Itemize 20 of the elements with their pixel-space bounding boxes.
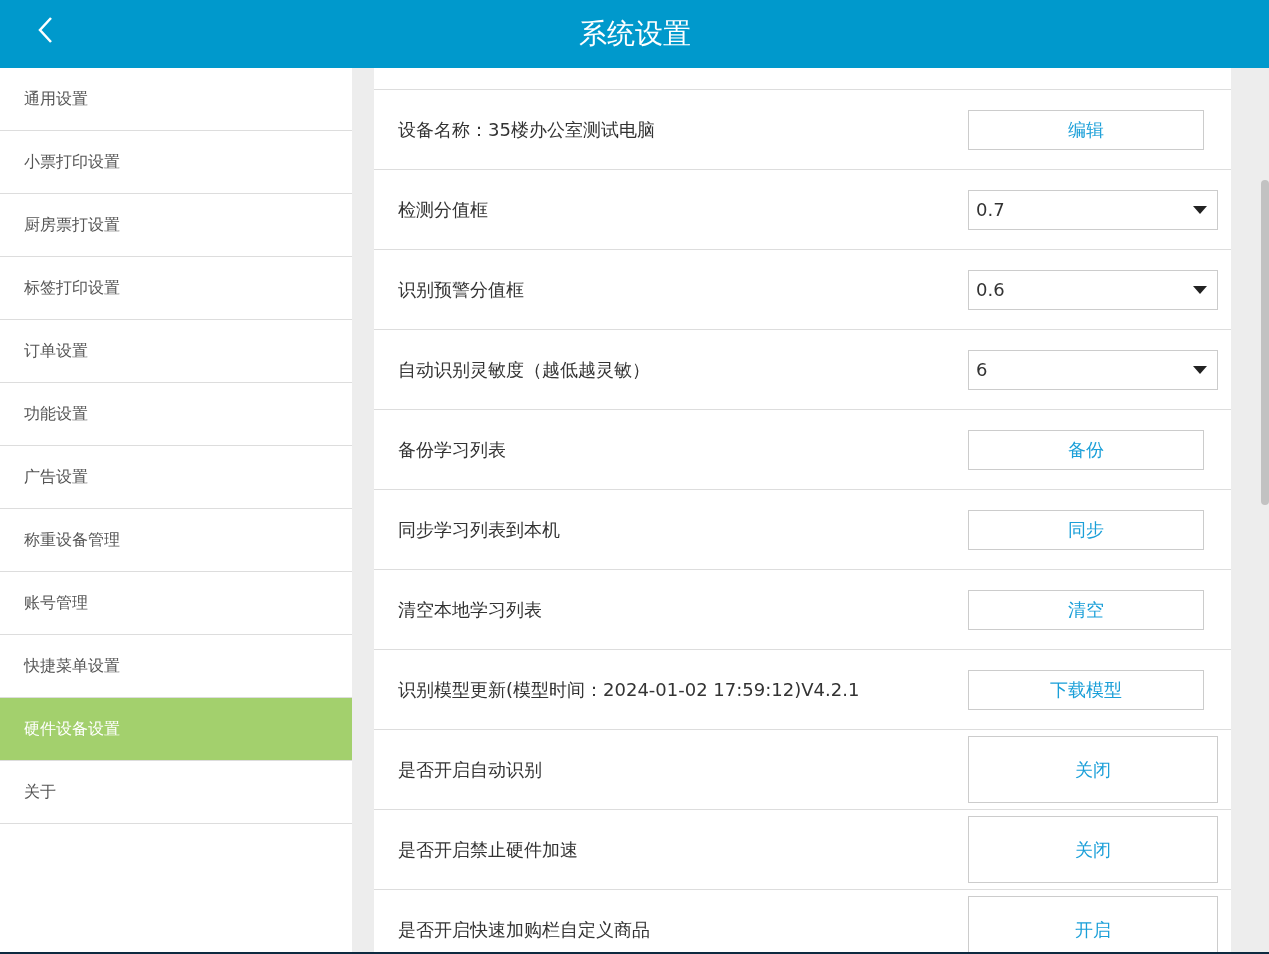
setting-label: 设备名称：35楼办公室测试电脑 — [398, 117, 655, 142]
setting-label: 是否开启禁止硬件加速 — [398, 837, 578, 862]
setting-label: 备份学习列表 — [398, 437, 506, 462]
setting-label: 检测分值框 — [398, 197, 488, 222]
setting-label: 清空本地学习列表 — [398, 597, 542, 622]
back-icon — [37, 16, 53, 44]
dropdown[interactable]: 6 — [968, 349, 1218, 390]
setting-label: 是否开启自动识别 — [398, 757, 542, 782]
caret-icon — [1193, 365, 1207, 374]
dropdown[interactable]: 0.7 — [968, 189, 1218, 230]
dropdown[interactable]: 0.6 — [968, 269, 1218, 310]
page-title: 系统设置 — [578, 16, 691, 52]
setting-label: 识别预警分值框 — [398, 277, 524, 302]
setting-label: 是否开启快速加购栏自定义商品 — [398, 917, 650, 942]
caret-icon — [1193, 205, 1207, 214]
caret-icon — [1193, 285, 1207, 294]
scrollbar-thumb[interactable] — [1261, 180, 1269, 505]
setting-label: 同步学习列表到本机 — [398, 517, 560, 542]
setting-label: 识别模型更新(模型时间：2024-01-02 17:59:12)V4.2.1 — [398, 677, 860, 702]
setting-label: 自动识别灵敏度（越低越灵敏） — [398, 357, 650, 382]
